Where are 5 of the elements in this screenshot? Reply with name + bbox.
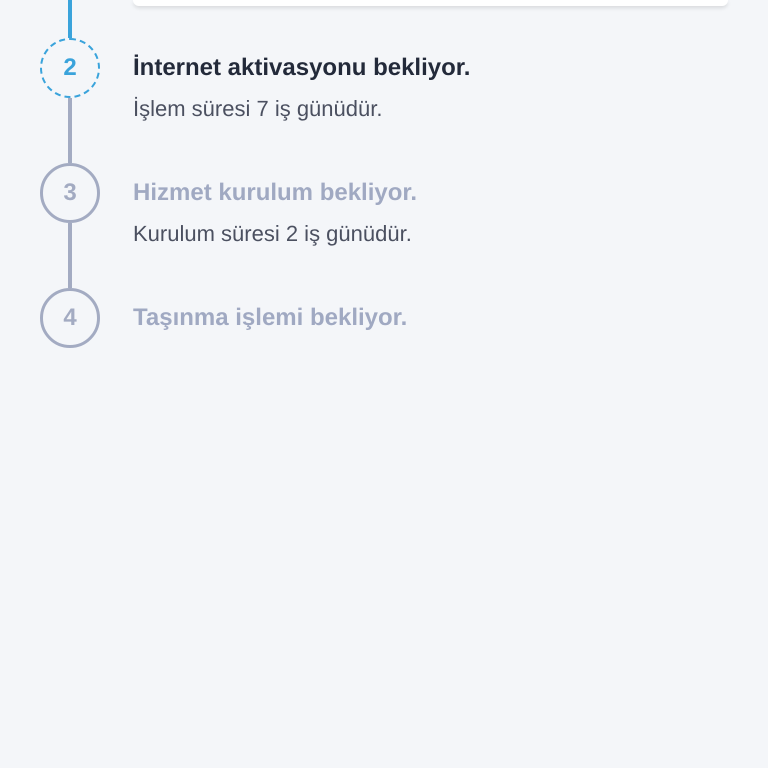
step-title: Taşınma işlemi bekliyor. — [133, 303, 408, 333]
step-title: İnternet aktivasyonu bekliyor. — [133, 53, 470, 83]
step-title: Hizmet kurulum bekliyor. — [133, 178, 418, 208]
step-description: İşlem süresi 7 iş günüdür. — [133, 95, 384, 123]
step-description: Kurulum süresi 2 iş günüdür. — [133, 220, 413, 248]
